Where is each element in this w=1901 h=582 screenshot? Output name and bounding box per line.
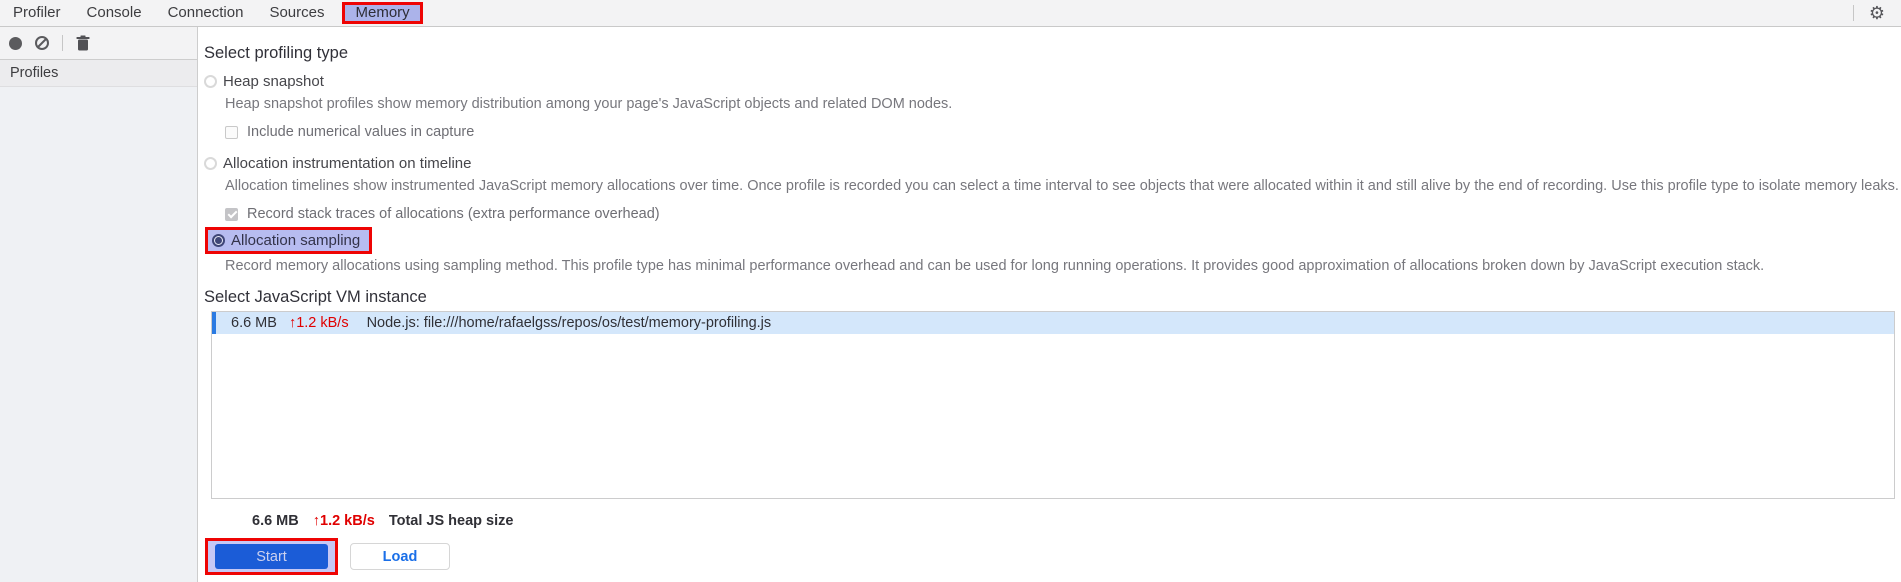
clear-icon[interactable] (35, 36, 49, 50)
total-heap-size: 6.6 MB (252, 513, 299, 529)
radio-option-allocation-sampling[interactable]: Allocation sampling (205, 227, 373, 254)
tab-bar: Profiler Console Connection Sources Memo… (0, 0, 1901, 27)
tab-sources[interactable]: Sources (256, 0, 337, 26)
memory-panel: Select profiling type Heap snapshot Heap… (198, 27, 1901, 582)
checkbox-icon-checked[interactable] (225, 208, 238, 221)
record-icon[interactable] (9, 36, 22, 50)
radio-label: Allocation instrumentation on timeline (223, 155, 472, 172)
checkbox-include-numerical-values[interactable]: Include numerical values in capture (225, 125, 1901, 140)
heap-snapshot-description: Heap snapshot profiles show memory distr… (225, 96, 953, 112)
radio-label: Allocation sampling (231, 232, 361, 249)
trash-icon[interactable] (76, 35, 90, 51)
profiling-type-title: Select profiling type (204, 44, 348, 62)
toolbar-divider (62, 35, 63, 51)
allocation-sampling-description: Record memory allocations using sampling… (225, 258, 1765, 274)
profiles-header: Profiles (0, 60, 197, 87)
radio-icon-allocation-sampling-selected[interactable] (212, 234, 225, 247)
start-button[interactable]: Start (215, 544, 328, 569)
vm-instance-list: 6.6 MB ↑1.2 kB/s Node.js: file:///home/r… (211, 311, 1895, 499)
gear-icon[interactable]: ⚙ (1869, 4, 1885, 22)
tabbar-divider (1852, 5, 1854, 21)
profiler-toolbar (0, 27, 198, 60)
checkbox-label: Record stack traces of allocations (extr… (247, 206, 660, 222)
load-button[interactable]: Load (350, 543, 450, 570)
allocation-timeline-description: Allocation timelines show instrumented J… (225, 178, 1899, 194)
vm-heap-size: 6.6 MB (231, 315, 277, 331)
radio-icon-allocation-timeline[interactable] (204, 157, 217, 170)
vm-instance-title: Select JavaScript VM instance (204, 288, 427, 306)
radio-option-allocation-timeline[interactable]: Allocation instrumentation on timeline (204, 155, 1901, 172)
start-button-highlight: Start (205, 538, 338, 575)
action-buttons: Start Load (205, 538, 1901, 575)
total-heap-row: 6.6 MB ↑1.2 kB/s Total JS heap size (252, 513, 1901, 530)
total-heap-label: Total JS heap size (388, 513, 514, 529)
vm-instance-name: Node.js: file:///home/rafaelgss/repos/os… (366, 315, 772, 331)
checkbox-label: Include numerical values in capture (247, 124, 475, 140)
tab-connection[interactable]: Connection (155, 0, 257, 26)
vm-instance-row[interactable]: 6.6 MB ↑1.2 kB/s Node.js: file:///home/r… (212, 312, 1894, 334)
tab-memory[interactable]: Memory (342, 2, 423, 24)
checkbox-record-stack-traces[interactable]: Record stack traces of allocations (extr… (225, 207, 1901, 222)
radio-label: Heap snapshot (223, 73, 324, 90)
tab-profiler[interactable]: Profiler (0, 0, 74, 26)
profiles-sidebar: Profiles (0, 60, 198, 582)
tabbar-right-controls: ⚙ (1852, 4, 1901, 22)
checkbox-icon-unchecked[interactable] (225, 126, 238, 139)
vm-allocation-rate: ↑1.2 kB/s (288, 315, 349, 331)
tab-console[interactable]: Console (74, 0, 155, 26)
radio-icon-heap-snapshot[interactable] (204, 75, 217, 88)
total-allocation-rate: ↑1.2 kB/s (312, 513, 375, 529)
radio-option-heap-snapshot[interactable]: Heap snapshot (204, 73, 1901, 90)
